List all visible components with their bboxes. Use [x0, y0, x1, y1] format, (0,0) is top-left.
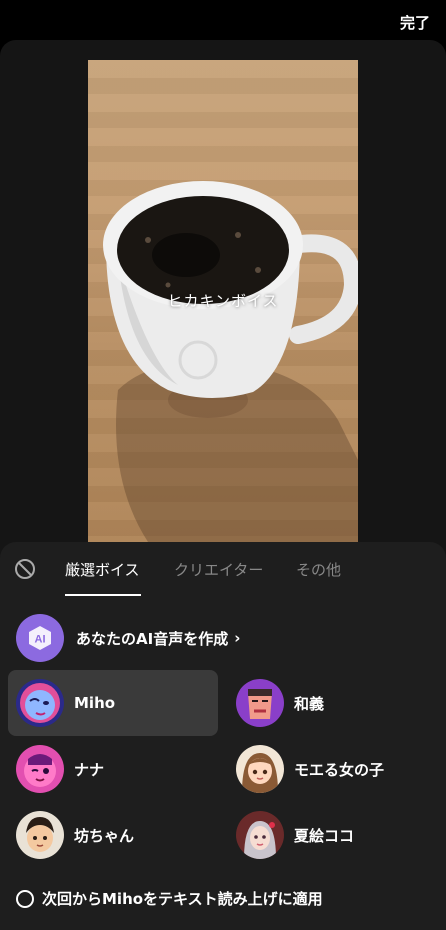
- voice-item-moeru-onnanoko[interactable]: モエる女の子: [228, 736, 438, 802]
- done-button[interactable]: 完了: [400, 12, 430, 33]
- apply-tts-option[interactable]: 次回からMihoをテキスト読み上げに適用: [16, 888, 323, 909]
- voice-name: Miho: [74, 694, 116, 712]
- avatar: [236, 811, 284, 859]
- ai-icon: AI: [16, 614, 64, 662]
- avatar: [236, 745, 284, 793]
- tab-curated-voices[interactable]: 厳選ボイス: [65, 559, 140, 580]
- create-ai-voice-label: あなたのAI音声を作成: [76, 629, 229, 648]
- avatar: [16, 811, 64, 859]
- voice-item-miho[interactable]: Miho: [8, 670, 218, 736]
- avatar: [16, 679, 64, 727]
- voice-name: 和義: [294, 694, 325, 713]
- svg-text:AI: AI: [35, 634, 46, 646]
- voice-item-natsue-coco[interactable]: 夏絵ココ: [228, 802, 438, 868]
- video-caption: ヒカキンボイス: [167, 292, 279, 310]
- voice-item-kazuyoshi[interactable]: 和義: [228, 670, 438, 736]
- voice-name: ナナ: [74, 760, 105, 779]
- voice-selection-sheet: 厳選ボイス クリエイター その他 AI あなたのAI音声を作成 › Miho 和…: [0, 542, 446, 930]
- voice-tabs: 厳選ボイス クリエイター その他: [0, 542, 446, 598]
- create-ai-voice-button[interactable]: AI あなたのAI音声を作成 ›: [16, 614, 240, 662]
- no-voice-icon[interactable]: [14, 558, 36, 580]
- tab-creators[interactable]: クリエイター: [174, 559, 263, 580]
- voice-item-nana[interactable]: ナナ: [8, 736, 218, 802]
- video-frame: ヒカキンボイス: [88, 60, 358, 542]
- avatar: [236, 679, 284, 727]
- voice-name: 坊ちゃん: [74, 826, 135, 845]
- apply-tts-label: 次回からMihoをテキスト読み上げに適用: [42, 890, 323, 908]
- voice-item-bocchan[interactable]: 坊ちゃん: [8, 802, 218, 868]
- radio-button[interactable]: [16, 889, 34, 908]
- chevron-right-icon: ›: [234, 629, 241, 647]
- avatar: [16, 745, 64, 793]
- tab-others[interactable]: その他: [296, 559, 341, 580]
- active-tab-indicator: [65, 594, 141, 596]
- voice-name: 夏絵ココ: [294, 826, 355, 845]
- voice-name: モエる女の子: [294, 760, 385, 779]
